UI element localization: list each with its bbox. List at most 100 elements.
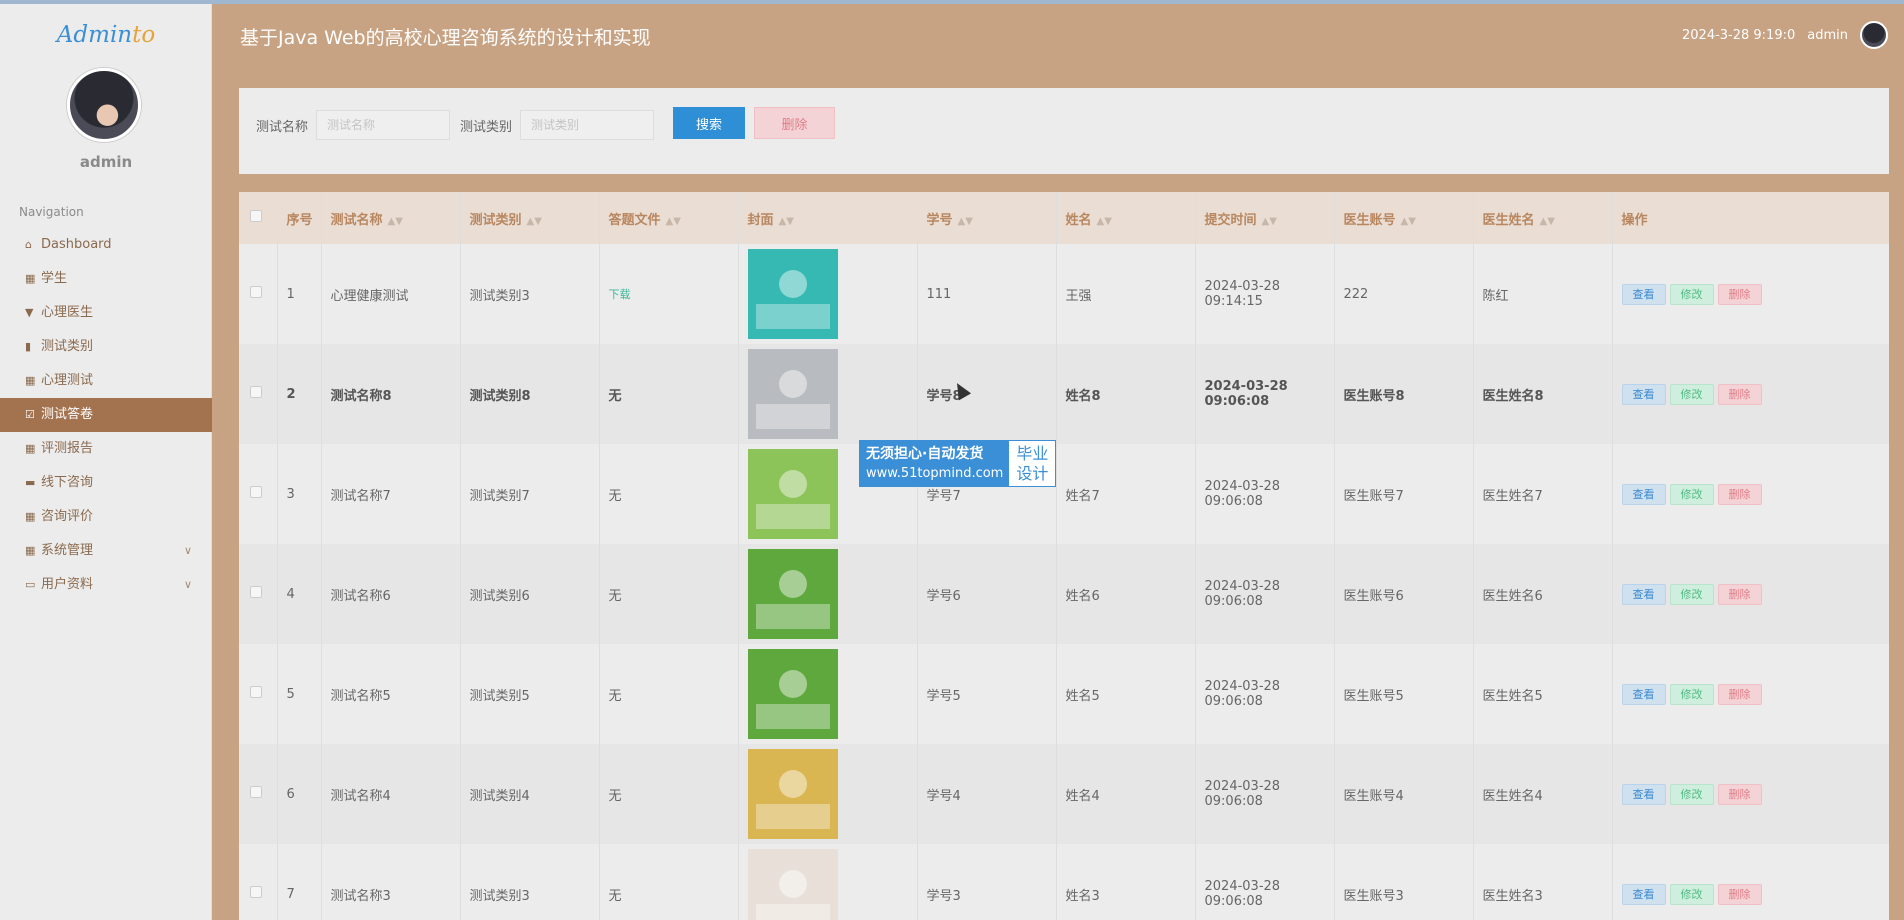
chevron-down-icon[interactable]: ∨ [184, 534, 192, 568]
view-button[interactable]: 查看 [1621, 683, 1666, 705]
sidebar-item[interactable]: ▮ 测试类别 [0, 330, 212, 364]
col-header-name[interactable]: 测试名称 ▲▼ [321, 192, 461, 244]
sort-icon[interactable]: ▲▼ [527, 216, 542, 227]
cell-time: 2024-03-28 09:06:08 [1195, 844, 1335, 920]
cell-file: 下载 [599, 244, 739, 344]
col-label: 提交时间 [1204, 212, 1257, 228]
sidebar-item[interactable]: ▦ 咨询评价 [0, 500, 212, 534]
delete-button[interactable]: 删除 [1717, 483, 1762, 505]
cell-no: 4 [277, 544, 322, 644]
sort-icon[interactable]: ▲▼ [1097, 216, 1112, 227]
grid-icon: ▦ [25, 374, 36, 387]
download-link[interactable]: 下载 [609, 288, 631, 301]
edit-button[interactable]: 修改 [1669, 383, 1714, 405]
cell-student-name: 姓名4 [1056, 744, 1196, 844]
row-checkbox[interactable] [250, 686, 262, 698]
delete-button[interactable]: 删除 [1717, 883, 1762, 905]
sort-icon[interactable]: ▲▼ [666, 216, 681, 227]
sort-icon[interactable]: ▲▼ [1401, 216, 1416, 227]
sidebar-item[interactable]: ▬ 线下咨询 [0, 466, 212, 500]
cell-no: 7 [277, 844, 322, 920]
delete-button[interactable]: 删除 [1717, 683, 1762, 705]
row-checkbox[interactable] [250, 486, 262, 498]
table-row: 7 测试名称3 测试类别3 无 学号3 姓名3 2024-03-28 09:06:08 医生账… [239, 844, 1889, 920]
bulk-delete-button[interactable]: 删除 [754, 107, 835, 139]
col-header-type[interactable]: 测试类别 ▲▼ [460, 192, 600, 244]
sidebar-item[interactable]: ▦ 学生 [0, 262, 212, 296]
col-header-cover[interactable]: 封面 ▲▼ [738, 192, 918, 244]
col-header-doctor-name[interactable]: 医生姓名 ▲▼ [1473, 192, 1613, 244]
sort-icon[interactable]: ▲▼ [1540, 216, 1555, 227]
view-button[interactable]: 查看 [1621, 883, 1666, 905]
col-header-student-name[interactable]: 姓名 ▲▼ [1056, 192, 1196, 244]
chevron-down-icon[interactable]: ∨ [184, 568, 192, 602]
delete-button[interactable]: 删除 [1717, 383, 1762, 405]
logo-accent-text: to [132, 22, 156, 48]
sort-icon[interactable]: ▲▼ [779, 216, 794, 227]
type-filter-input[interactable] [520, 110, 654, 140]
table-body: 1 心理健康测试 测试类别3 下载 111 王强 2024-03-28 09:14:15 22… [239, 244, 1889, 920]
sidebar-item[interactable]: ☑ 测试答卷 [0, 398, 212, 432]
cell-file: 无 [599, 444, 739, 544]
cover-image[interactable] [747, 249, 838, 339]
view-button[interactable]: 查看 [1621, 583, 1666, 605]
edit-button[interactable]: 修改 [1669, 283, 1714, 305]
view-button[interactable]: 查看 [1621, 383, 1666, 405]
sidebar-item[interactable]: ⌂ Dashboard [0, 228, 212, 262]
row-checkbox[interactable] [250, 586, 262, 598]
sidebar-item[interactable]: ▦ 心理测试 [0, 364, 212, 398]
avatar[interactable] [67, 68, 141, 142]
header-avatar[interactable] [1860, 21, 1888, 49]
cell-select [239, 644, 278, 744]
sidebar: Adminto admin Navigation ⌂ Dashboard ▦ 学生 ▼ 心… [0, 4, 212, 920]
sidebar-item-label: 咨询评价 [41, 509, 94, 524]
cell-doctor-id: 医生账号8 [1334, 344, 1474, 444]
row-checkbox[interactable] [250, 886, 262, 898]
sidebar-item[interactable]: ▼ 心理医生 [0, 296, 212, 330]
name-filter-input[interactable] [316, 110, 450, 140]
col-header-time[interactable]: 提交时间 ▲▼ [1195, 192, 1335, 244]
header-username[interactable]: admin [1807, 28, 1848, 43]
cell-name: 测试名称8 [321, 344, 461, 444]
edit-button[interactable]: 修改 [1669, 783, 1714, 805]
sort-icon[interactable]: ▲▼ [1262, 216, 1277, 227]
select-all-checkbox[interactable] [250, 210, 262, 222]
edit-button[interactable]: 修改 [1669, 883, 1714, 905]
watermark-ad[interactable]: 无须担心·自动发货 www.51topmind.com 毕业 设计 [859, 440, 1057, 487]
sort-icon[interactable]: ▲▼ [958, 216, 973, 227]
row-checkbox[interactable] [250, 386, 262, 398]
cover-image[interactable] [747, 849, 838, 920]
sort-icon[interactable]: ▲▼ [388, 216, 403, 227]
edit-button[interactable]: 修改 [1669, 483, 1714, 505]
view-button[interactable]: 查看 [1621, 783, 1666, 805]
view-button[interactable]: 查看 [1621, 483, 1666, 505]
row-checkbox[interactable] [250, 786, 262, 798]
cover-image[interactable] [747, 349, 838, 439]
cell-student-name: 姓名8 [1056, 344, 1196, 444]
edit-button[interactable]: 修改 [1669, 583, 1714, 605]
edit-button[interactable]: 修改 [1669, 683, 1714, 705]
view-button[interactable]: 查看 [1621, 283, 1666, 305]
cover-image[interactable] [747, 649, 838, 739]
cell-name: 测试名称3 [321, 844, 461, 920]
delete-button[interactable]: 删除 [1717, 283, 1762, 305]
col-header-file[interactable]: 答题文件 ▲▼ [599, 192, 739, 244]
cell-actions: 查看 修改 删除 [1612, 644, 1889, 744]
cell-file: 无 [599, 844, 739, 920]
sidebar-item[interactable]: ▦ 评测报告 [0, 432, 212, 466]
col-header-student-id[interactable]: 学号 ▲▼ [917, 192, 1057, 244]
delete-button[interactable]: 删除 [1717, 783, 1762, 805]
cover-image[interactable] [747, 449, 838, 539]
cell-time: 2024-03-28 09:06:08 [1195, 344, 1335, 444]
cell-no: 6 [277, 744, 322, 844]
search-button[interactable]: 搜索 [673, 107, 745, 139]
cover-image[interactable] [747, 749, 838, 839]
row-checkbox[interactable] [250, 286, 262, 298]
sidebar-item[interactable]: ▦ 系统管理 ∨ [0, 534, 212, 568]
col-header-doctor-id[interactable]: 医生账号 ▲▼ [1334, 192, 1474, 244]
sidebar-item[interactable]: ▭ 用户资料 ∨ [0, 568, 212, 602]
watermark-url[interactable]: www.51topmind.com [866, 464, 1003, 484]
cover-image[interactable] [747, 549, 838, 639]
delete-button[interactable]: 删除 [1717, 583, 1762, 605]
window-icon: ▭ [25, 578, 36, 591]
